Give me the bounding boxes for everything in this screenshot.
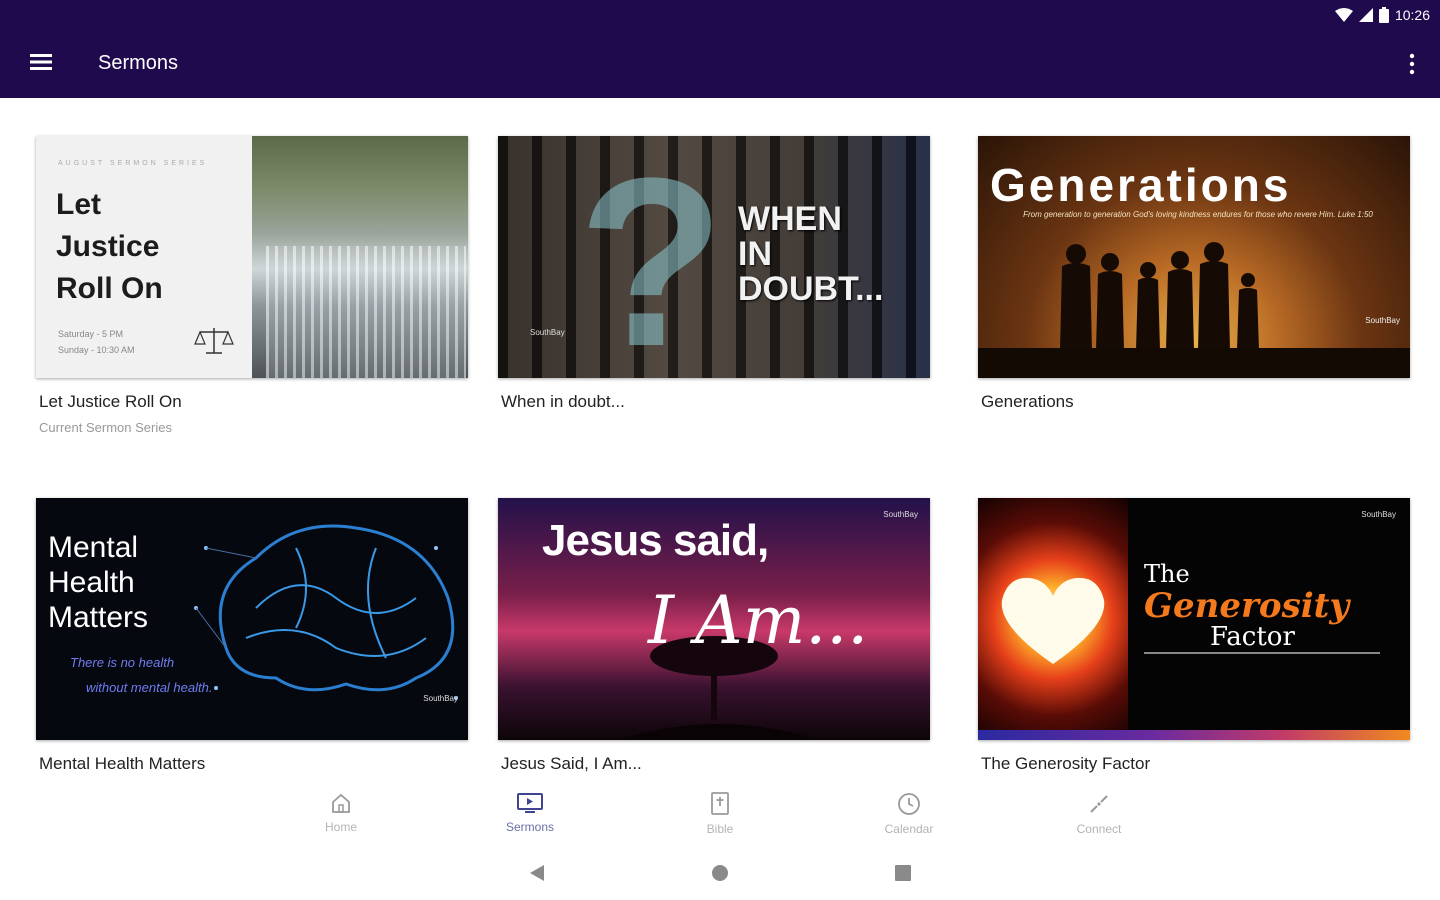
sermon-title: Let Justice Roll On — [39, 392, 182, 411]
art-generosity: Generosity — [1144, 586, 1350, 626]
sermon-title: Jesus Said, I Am... — [501, 754, 642, 773]
page-title: Sermons — [98, 52, 179, 74]
art-script: I Am... — [648, 582, 869, 659]
series-label: AUGUST SERMON SERIES — [58, 160, 208, 167]
sermon-thumbnail[interactable]: The Generosity Factor SouthBay — [978, 498, 1410, 740]
art-title: Generations — [990, 159, 1292, 211]
sermon-card-generations[interactable]: Generations From generation to generatio… — [978, 136, 1410, 412]
sermon-card-mental-health[interactable]: Mental Health Matters There is no health… — [36, 498, 468, 782]
back-icon[interactable] — [528, 864, 546, 882]
art-verse: From generation to generation God's lovi… — [1023, 210, 1373, 219]
bottom-navigation: Home Sermons Bible Calendar Connect — [0, 782, 1440, 844]
nav-sermons-label: Sermons — [505, 820, 555, 834]
scales-icon — [194, 328, 234, 354]
sermon-subtitle: Current Sermon Series — [39, 420, 172, 435]
heart-icon — [1001, 577, 1105, 664]
sermon-title: Mental Health Matters — [39, 754, 206, 773]
tv-icon — [517, 793, 543, 813]
sermon-thumbnail[interactable]: Generations From generation to generatio… — [978, 136, 1410, 378]
art-title: Let Justice Roll On — [56, 188, 163, 305]
app-top-bar: 10:26 Sermons — [0, 0, 1440, 98]
more-vert-icon[interactable] — [1406, 52, 1418, 76]
home-circle-icon[interactable] — [711, 864, 729, 882]
sermon-card-jesus-said[interactable]: Jesus said, I Am... SouthBay Jesus Said,… — [498, 498, 930, 774]
church-logo: SouthBay — [530, 328, 565, 337]
sermon-thumbnail[interactable]: ? WHEN IN DOUBT... SouthBay — [498, 136, 930, 378]
home-icon — [332, 793, 350, 813]
nav-calendar-label: Calendar — [884, 822, 934, 836]
nav-connect[interactable]: Connect — [1039, 792, 1159, 836]
sermon-thumbnail[interactable]: AUGUST SERMON SERIES Let Justice Roll On… — [36, 136, 468, 378]
art-title: Jesus said, — [542, 516, 769, 565]
sermon-thumbnail[interactable]: Jesus said, I Am... SouthBay — [498, 498, 930, 740]
clock-icon — [898, 793, 920, 815]
nav-home[interactable]: Home — [281, 792, 401, 834]
church-logo: SouthBay — [883, 510, 918, 519]
status-bar: 10:26 — [1334, 4, 1430, 26]
nav-bible[interactable]: Bible — [660, 792, 780, 836]
art-title: Mental Health Matters — [48, 531, 149, 634]
art-factor: Factor — [1210, 622, 1295, 652]
service-times: Saturday - 5 PM Sunday - 10:30 AM — [58, 329, 135, 355]
sermon-card-when-in-doubt[interactable]: ? WHEN IN DOUBT... SouthBay When in doub… — [498, 136, 930, 412]
sermon-grid: AUGUST SERMON SERIES Let Justice Roll On… — [0, 98, 1440, 782]
nav-home-label: Home — [324, 820, 357, 834]
sermon-title: Generations — [981, 392, 1074, 411]
hamburger-icon[interactable] — [28, 50, 54, 74]
connect-icon — [1090, 795, 1108, 813]
sermon-card-let-justice[interactable]: AUGUST SERMON SERIES Let Justice Roll On… — [36, 136, 468, 435]
church-logo: SouthBay — [1365, 316, 1400, 325]
system-navigation — [0, 844, 1440, 900]
nav-calendar[interactable]: Calendar — [849, 792, 969, 836]
nav-sermons[interactable]: Sermons — [470, 792, 590, 834]
bible-icon — [711, 792, 729, 815]
question-mark-art: ? — [578, 136, 725, 378]
recents-icon[interactable] — [894, 864, 912, 882]
sermon-title: The Generosity Factor — [981, 754, 1151, 773]
status-time: 10:26 — [1394, 7, 1430, 23]
sermon-card-generosity[interactable]: The Generosity Factor SouthBay The Gener… — [978, 498, 1410, 774]
art-subtitle: There is no health without mental health… — [70, 655, 213, 695]
church-logo: SouthBay — [423, 694, 458, 703]
sermon-thumbnail[interactable]: Mental Health Matters There is no health… — [36, 498, 468, 740]
sermon-title: When in doubt... — [501, 392, 625, 411]
church-logo: SouthBay — [1361, 510, 1396, 519]
nav-bible-label: Bible — [706, 822, 734, 836]
art-the: The — [1144, 560, 1190, 588]
battery-icon — [1378, 7, 1389, 23]
family-silhouette — [1060, 242, 1259, 350]
wifi-icon — [1334, 8, 1353, 22]
nav-connect-label: Connect — [1076, 822, 1122, 836]
art-title: WHEN IN DOUBT... — [738, 200, 884, 308]
signal-icon — [1358, 8, 1373, 22]
